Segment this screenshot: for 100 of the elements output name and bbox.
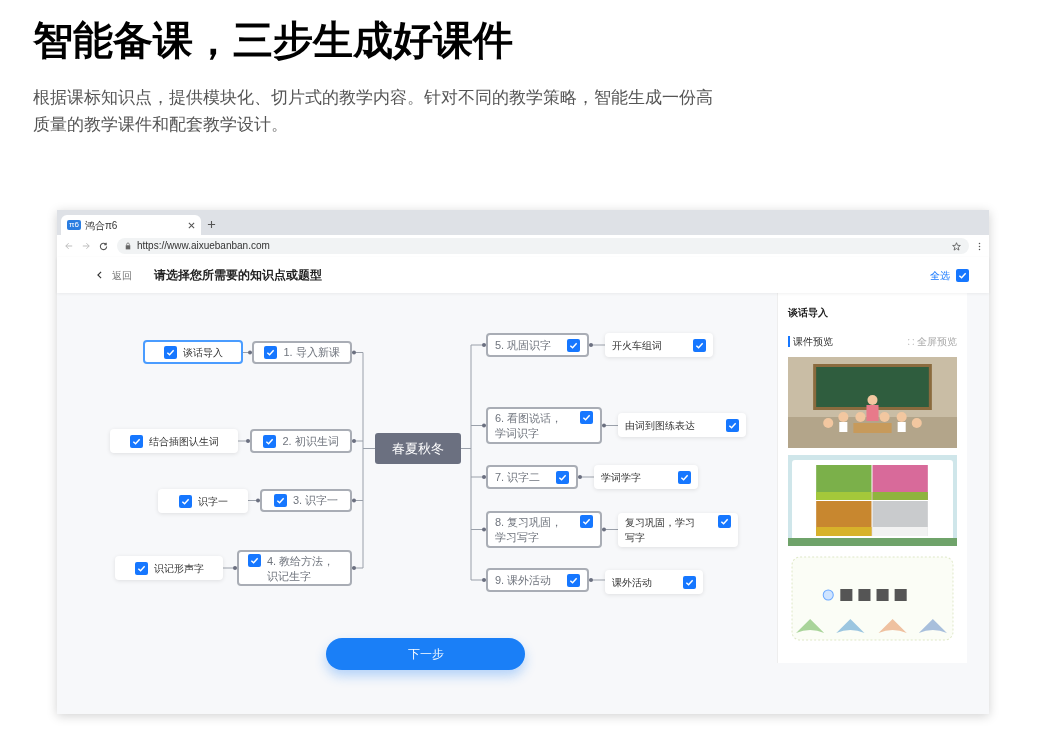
checkmark-icon bbox=[136, 563, 146, 573]
subtopic-node[interactable]: 由词到图练表达 bbox=[618, 413, 746, 437]
checkmark-icon bbox=[569, 575, 578, 585]
checkbox[interactable] bbox=[129, 434, 143, 448]
checkbox[interactable] bbox=[567, 338, 580, 352]
page-headline: 智能备课，三步生成好课件 bbox=[33, 17, 514, 64]
topic-node[interactable]: 1. 导入新课 bbox=[252, 341, 352, 364]
checkmark-icon bbox=[680, 472, 689, 482]
select-all-toggle[interactable]: 全选 bbox=[930, 267, 969, 283]
checkbox[interactable] bbox=[683, 575, 696, 589]
node-label: 9. 课外活动 bbox=[495, 572, 552, 588]
subtopic-node[interactable]: 识记形声字 bbox=[115, 556, 223, 580]
node-label: 3. 识字一 bbox=[292, 493, 339, 508]
subtopic-node[interactable]: 开火车组词 bbox=[605, 333, 713, 357]
subtopic-node[interactable]: 复习巩固，学习写字 bbox=[618, 513, 738, 547]
joint-dot bbox=[482, 578, 486, 582]
joint-dot bbox=[602, 527, 606, 532]
checkmark-icon bbox=[582, 413, 591, 422]
joint-dot bbox=[352, 439, 356, 443]
checkmark-icon bbox=[728, 420, 737, 430]
topic-node[interactable]: 3. 识字一 bbox=[260, 489, 352, 512]
checkbox[interactable] bbox=[693, 338, 706, 352]
subtopic-node[interactable]: 结合插图认生词 bbox=[110, 429, 238, 453]
topic-node[interactable]: 8. 复习巩固，学习写字 bbox=[486, 511, 602, 548]
checkbox[interactable] bbox=[956, 268, 969, 282]
node-label: 5. 巩固识字 bbox=[495, 337, 552, 353]
node-label: 4. 教给方法，识记生字 bbox=[267, 554, 336, 584]
subtopic-node[interactable]: 识字一 bbox=[158, 489, 248, 513]
joint-dot bbox=[482, 475, 486, 479]
node-label: 结合插图认生词 bbox=[148, 434, 219, 449]
next-step-button[interactable]: 下一步 bbox=[326, 638, 525, 670]
node-label: 课外活动 bbox=[612, 575, 652, 590]
joint-dot bbox=[482, 343, 486, 347]
checkbox[interactable] bbox=[580, 411, 593, 424]
subtopic-node[interactable]: 学词学字 bbox=[594, 465, 698, 489]
checkbox[interactable] bbox=[556, 470, 569, 484]
browser-tab[interactable]: π6 鸿合π6 bbox=[61, 215, 201, 235]
topic-node[interactable]: 4. 教给方法，识记生字 bbox=[237, 550, 352, 586]
checkmark-icon bbox=[131, 436, 141, 446]
node-label: 复习巩固，学习写字 bbox=[625, 516, 696, 545]
joint-dot bbox=[352, 350, 356, 355]
topic-node[interactable]: 6. 看图说话，学词识字 bbox=[486, 407, 602, 444]
joint-dot bbox=[482, 527, 486, 532]
back-link[interactable]: 返回 bbox=[97, 267, 132, 283]
checkbox[interactable] bbox=[178, 494, 192, 508]
checkbox[interactable] bbox=[718, 515, 731, 528]
joint-dot bbox=[246, 439, 250, 443]
checkmark-icon bbox=[265, 436, 275, 446]
joint-dot bbox=[352, 498, 356, 503]
node-label: 1. 导入新课 bbox=[283, 345, 340, 360]
joint-dot bbox=[352, 566, 356, 570]
node-label: 谈话导入 bbox=[182, 345, 223, 360]
joint-dot bbox=[589, 578, 593, 582]
checkbox[interactable] bbox=[580, 515, 593, 528]
intro-paragraph: 根据课标知识点，提供模块化、切片式的教学内容。针对不同的教学策略，智能生成一份高质量的教学课件和配套教学设计。 bbox=[33, 87, 714, 136]
subtopic-node[interactable]: 谈话导入 bbox=[143, 340, 243, 364]
node-label: 7. 识字二 bbox=[495, 469, 541, 485]
checkbox[interactable] bbox=[678, 470, 691, 484]
topic-node[interactable]: 5. 巩固识字 bbox=[486, 333, 589, 357]
new-tab-icon[interactable] bbox=[207, 220, 216, 229]
checkmark-icon bbox=[582, 517, 591, 526]
center-topic-node[interactable]: 春夏秋冬 bbox=[375, 433, 461, 464]
tab-logo: π6 bbox=[67, 220, 81, 230]
checkmark-icon bbox=[180, 496, 190, 506]
node-label: 8. 复习巩固，学习写字 bbox=[495, 515, 564, 545]
subtopic-node[interactable]: 课外活动 bbox=[605, 570, 703, 594]
checkbox[interactable] bbox=[567, 573, 580, 587]
joint-dot bbox=[256, 498, 260, 503]
joint-dot bbox=[482, 423, 486, 428]
node-label: 开火车组词 bbox=[612, 338, 662, 353]
checkmark-icon bbox=[266, 348, 276, 357]
checkbox[interactable] bbox=[248, 554, 261, 567]
checkmark-icon bbox=[569, 340, 578, 350]
tab-title: 鸿合π6 bbox=[84, 218, 119, 233]
checkmark-icon bbox=[685, 577, 694, 587]
reload-icon[interactable] bbox=[99, 241, 108, 251]
header-title: 请选择您所需要的知识点或题型 bbox=[154, 267, 322, 284]
checkbox[interactable] bbox=[134, 561, 148, 575]
close-icon[interactable] bbox=[188, 221, 195, 229]
checkmark-icon bbox=[275, 496, 285, 505]
checkbox[interactable] bbox=[263, 434, 277, 448]
checkbox[interactable] bbox=[726, 418, 739, 432]
checkmark-icon bbox=[720, 517, 729, 526]
node-label: 2. 初识生词 bbox=[282, 433, 339, 449]
panel-title: 谈话导入 bbox=[788, 306, 829, 320]
address-field[interactable]: https://www.aixuebanban.com bbox=[117, 238, 969, 254]
checkbox[interactable] bbox=[163, 345, 177, 359]
topic-node[interactable]: 2. 初识生词 bbox=[250, 429, 352, 453]
topic-node[interactable]: 7. 识字二 bbox=[486, 465, 578, 489]
node-label: 识记形声字 bbox=[153, 561, 204, 576]
topic-node[interactable]: 9. 课外活动 bbox=[486, 568, 589, 592]
joint-dot bbox=[233, 566, 237, 570]
chevron-left-icon bbox=[97, 271, 102, 279]
url-text: https://www.aixuebanban.com bbox=[137, 240, 271, 252]
node-label: 由词到图练表达 bbox=[625, 418, 695, 433]
joint-dot bbox=[602, 423, 606, 428]
checkbox[interactable] bbox=[264, 346, 278, 359]
checkbox[interactable] bbox=[273, 494, 287, 507]
star-icon[interactable] bbox=[952, 241, 961, 251]
node-label: 识字一 bbox=[197, 494, 228, 509]
